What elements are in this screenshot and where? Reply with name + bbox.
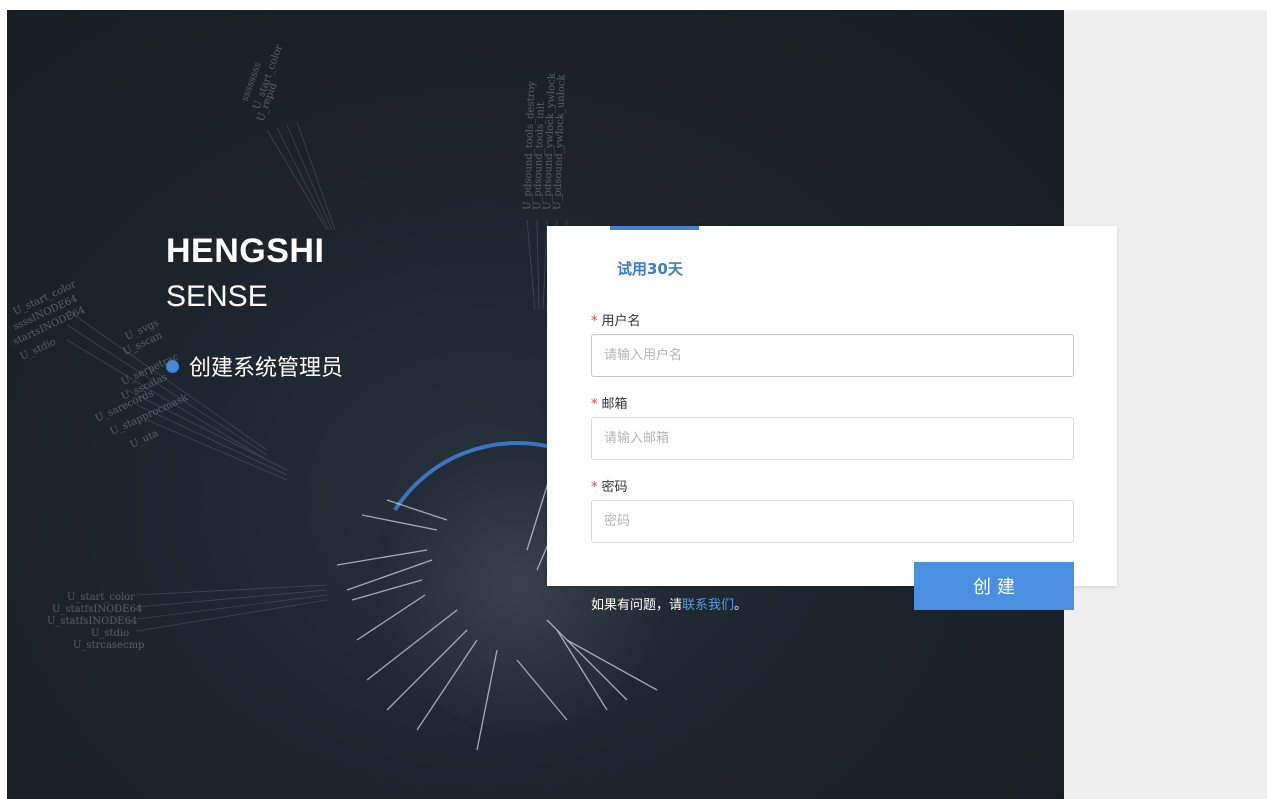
current-step: 创建系统管理员: [166, 350, 343, 382]
svg-text:U_start_color: U_start_color: [67, 592, 135, 603]
password-input[interactable]: [591, 500, 1074, 543]
svg-text:U_statfsINODE64: U_statfsINODE64: [52, 604, 142, 615]
svg-text:U_strcasecmp: U_strcasecmp: [73, 640, 144, 651]
svg-text:U_stdio: U_stdio: [91, 628, 129, 639]
create-button[interactable]: 创建: [914, 562, 1074, 610]
username-input[interactable]: [591, 334, 1074, 377]
username-label: * 用户名: [591, 314, 641, 329]
brand-subtitle: SENSE: [166, 280, 268, 313]
help-text: 如果有问题，请联系我们。: [591, 598, 748, 613]
fan-lines-top: [266, 121, 568, 311]
password-label: * 密码: [591, 480, 628, 495]
svg-text:U_uta: U_uta: [129, 428, 161, 451]
required-mark: *: [591, 397, 598, 412]
required-mark: *: [591, 314, 598, 329]
email-input[interactable]: [591, 417, 1074, 460]
contact-us-link[interactable]: 联系我们: [682, 598, 734, 613]
email-label: * 邮箱: [591, 397, 628, 412]
svg-text:U_statfsINODE64: U_statfsINODE64: [47, 616, 137, 627]
step-label: 创建系统管理员: [189, 356, 344, 381]
page: U_start_color ssssssss U_repid U_pdsound…: [0, 0, 1267, 799]
required-mark: *: [591, 480, 598, 495]
tab-active-indicator: [610, 226, 699, 230]
signup-form-card: 试用30天 *用户名 *邮箱 *密码: [547, 226, 1117, 586]
step-bullet-icon: [166, 359, 179, 373]
tab-trial-30-days[interactable]: 试用30天: [617, 258, 683, 279]
brand-title: HENGSHI: [166, 232, 325, 270]
